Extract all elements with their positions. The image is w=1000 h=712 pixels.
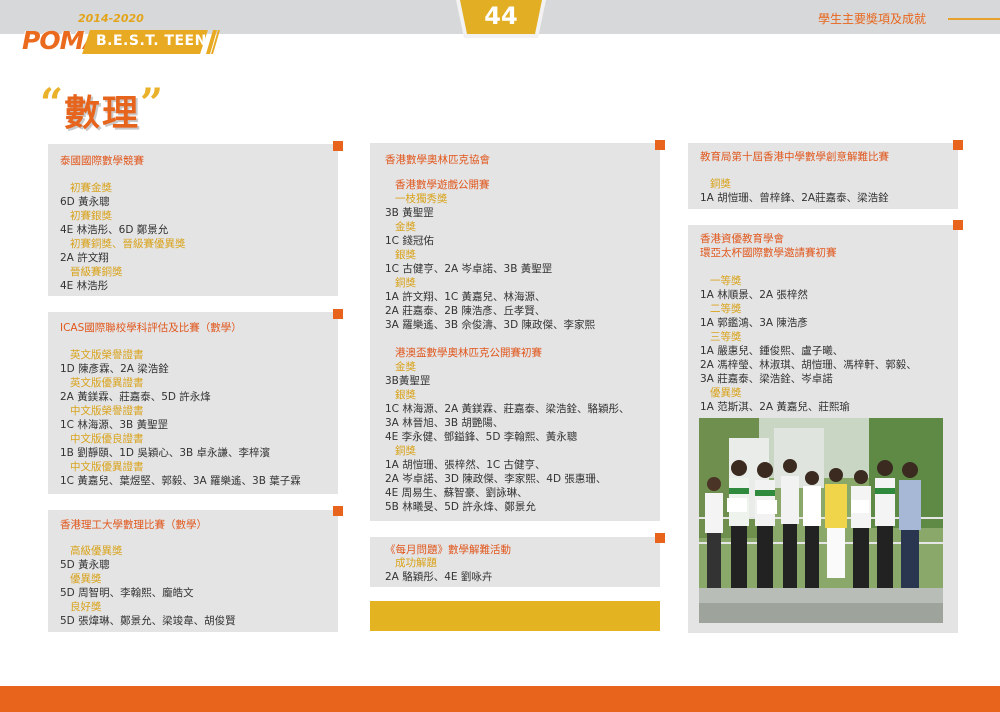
award-line: 2A 許文翔 [60,252,109,264]
award-line: 二等獎 [710,303,742,315]
award-line: 1C 林海源、2A 黃鎂霖、莊嘉泰、梁浩銓、駱穎彤、 [385,403,630,415]
award-line: 香港數學遊戲公開賽 [395,179,490,191]
award-line: 英文版優異證書 [70,377,144,389]
award-line: 4E 林浩彤、6D 鄭景允 [60,224,169,236]
open-quote-icon: “ [40,80,64,127]
panel-lines: 初賽金獎 6D 黃永聰 初賽銀獎 4E 林浩彤、6D 鄭景允 初賽銅獎、晉級賽優… [60,181,186,293]
award-line: 1A 嚴惠兒、鍾俊熙、盧子曦、 [700,345,844,357]
panel-marker [333,141,343,151]
award-line: 4E 林浩彤 [60,280,109,292]
award-line: 3B黃聖罡 [385,375,431,387]
award-line: 4E 周易生、蘇智豪、劉詠琳、 [385,487,528,499]
award-line: 三等獎 [710,331,742,343]
section-title: 學生主要獎項及成就 [818,12,927,26]
panel-marker [953,140,963,150]
footer-bar [0,686,1000,712]
award-line: 1C 古健亨、2A 岑卓諾、3B 黃聖罡 [385,263,553,275]
award-line: 成功解題 [395,557,437,569]
panel-marker [333,506,343,516]
award-line: 3A 羅樂遙、3B 佘俊濤、3D 陳政傑、李家熙 [385,319,596,331]
panel-lines: 成功解題 2A 駱穎彤、4E 劉咏卉 [385,556,492,584]
panel-title: 香港數學奧林匹克協會 [385,154,490,166]
award-line: 1A 范斯淇、2A 黃嘉兒、莊熙瑜 [700,401,850,413]
award-line: 1A 林順景、2A 張梓然 [700,289,808,301]
award-line: 1A 胡愷珊、張梓然、1C 古健亨、 [385,459,546,471]
award-line: 中文版榮譽證書 [70,405,144,417]
award-line: 1C 黃嘉兒、葉煜堅、郭毅、3A 羅樂遙、3B 葉子霖 [60,475,301,487]
award-line: 3A 林晉旭、3B 胡艷陽、 [385,417,504,429]
panel-marker [953,220,963,230]
panel-title: 《每月問題》數學解難活動 [385,544,511,556]
award-line: 初賽銅獎、晉級賽優異獎 [70,238,186,250]
close-quote-icon: ” [140,80,164,127]
panel-marker [333,309,343,319]
panel-lines: 英文版榮譽證書 1D 陳彥霖、2A 梁浩銓 英文版優異證書 2A 黃鎂霖、莊嘉泰… [60,348,301,488]
panel-marker [655,533,665,543]
award-line: 一枝獨秀獎 [395,193,448,205]
brand-slashes-icon [206,30,220,54]
award-line: 優異獎 [710,387,742,399]
award-line: 1C 林海源、3B 黃聖罡 [60,419,169,431]
award-line: 2A 駱穎彤、4E 劉咏卉 [385,571,493,583]
award-line: 1D 陳彥霖、2A 梁浩銓 [60,363,169,375]
panel-title: 香港資優教育學會 環亞太杯國際數學邀請賽初賽 [700,232,837,260]
panel-title-line1: 香港資優教育學會 [700,233,784,245]
award-line: 金獎 [395,221,416,233]
award-line: 2A 黃鎂霖、莊嘉泰、5D 許永烽 [60,391,211,403]
panel-title: 泰國國際數學競賽 [60,155,144,167]
award-line [385,332,630,346]
award-line: 中文版優異證書 [70,461,144,473]
award-line: 銅獎 [395,445,416,457]
award-line: 晉級賽銅獎 [70,266,123,278]
panel-lines: 高級優異獎 5D 黃永聰 優異獎 5D 周智明、李翰熙、龐皓文 良好獎 5D 張… [60,544,236,628]
award-line: 1A 許文翔、1C 黃嘉兒、林海源、 [385,291,546,303]
award-line: 優異獎 [70,573,102,585]
award-line: 5B 林曦旻、5D 許永烽、鄭景允 [385,501,536,513]
award-line: 5D 張煒琳、鄭景允、梁竣韋、胡俊賢 [60,615,236,627]
award-line: 4E 李永健、鄧鎰鋒、5D 李翰熙、黃永聰 [385,431,578,443]
award-line: 1B 劉靜頤、1D 吳穎心、3B 卓永謙、李梓濱 [60,447,271,459]
award-line: 港澳盃數學奧林匹克公開賽初賽 [395,347,542,359]
award-line: 銅獎 [395,277,416,289]
award-line: 5D 黃永聰 [60,559,110,571]
panel-title-line2: 環亞太杯國際數學邀請賽初賽 [700,247,837,259]
panel-title: 香港理工大學數理比賽（數學） [60,519,207,531]
award-line: 1C 錢冠佑 [385,235,434,247]
brand-years: 2014-2020 [78,12,144,25]
award-line: 2A 岑卓諾、3D 陳政傑、李家熙、4D 張惠珊、 [385,473,607,485]
award-line: 3A 莊嘉泰、梁浩銓、岑卓諾 [700,373,833,385]
page-number: 44 [484,2,518,30]
award-line: 初賽金獎 [70,182,112,194]
award-line: 銀獎 [395,249,416,261]
award-line: 1A 胡愷珊、曾梓鋒、2A莊嘉泰、梁浩銓 [700,192,889,204]
award-line: 2A 莊嘉泰、2B 陳浩彥、丘孝賢、 [385,305,546,317]
panel-lines: 銅獎 1A 胡愷珊、曾梓鋒、2A莊嘉泰、梁浩銓 [700,177,889,205]
award-line: 6D 黃永聰 [60,196,110,208]
decorative-yellow-bar [370,601,660,631]
award-line: 一等獎 [710,275,742,287]
award-line: 3B 黃聖罡 [385,207,434,219]
page-title: 數理 [64,93,141,134]
section-title-line [948,18,1000,20]
award-line: 2A 馮梓瑩、林淑琪、胡愷珊、馮梓軒、郭毅、 [700,359,917,371]
panel-lines: 香港數學遊戲公開賽 一枝獨秀獎 3B 黃聖罡 金獎 1C 錢冠佑 銀獎 1C 古… [385,178,630,514]
brand-best-teen: B.E.S.T. TEEN [96,33,207,49]
award-line: 英文版榮譽證書 [70,349,144,361]
panel-marker [655,140,665,150]
students-group-photo [699,418,943,623]
panel-lines: 一等獎 1A 林順景、2A 張梓然 二等獎 1A 郭鑑鴻、3A 陳浩彥 三等獎 … [700,274,917,414]
panel-title: 教育局第十屆香港中學數學創意解難比賽 [700,151,889,163]
award-line: 高級優異獎 [70,545,123,557]
award-line: 銀獎 [395,389,416,401]
award-line: 初賽銀獎 [70,210,112,222]
award-line: 銅獎 [710,178,731,190]
award-line: 金獎 [395,361,416,373]
award-line: 良好獎 [70,601,102,613]
award-line: 中文版優良證書 [70,433,144,445]
award-line: 5D 周智明、李翰熙、龐皓文 [60,587,194,599]
panel-title: ICAS國際聯校學科評估及比賽（數學） [60,322,242,334]
award-line: 1A 郭鑑鴻、3A 陳浩彥 [700,317,808,329]
